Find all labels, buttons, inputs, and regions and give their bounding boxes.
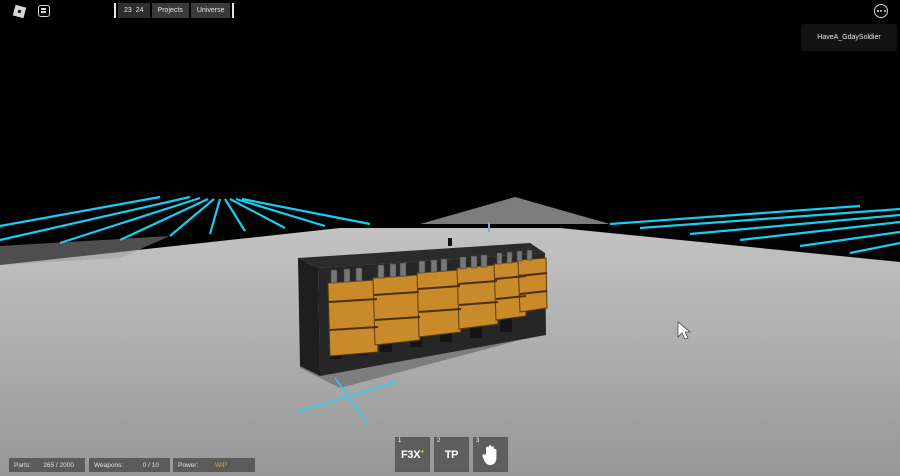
tp-tool-label: TP xyxy=(444,448,459,461)
power-status: Power: WIP xyxy=(173,458,255,472)
top-bar: 23 24 Projects Universe xyxy=(0,0,900,22)
hotbar-slot-tp[interactable]: 2 TP xyxy=(434,437,469,472)
roblox-logo-icon[interactable] xyxy=(10,2,28,20)
tab-universe[interactable]: Universe xyxy=(190,3,231,18)
counter-b: 24 xyxy=(135,7,144,14)
power-label: Power: xyxy=(178,461,199,469)
power-value: WIP xyxy=(214,461,228,469)
build-tab-strip: 23 24 Projects Universe xyxy=(114,3,235,18)
weapons-counter: Weapons: 0 / 10 xyxy=(89,458,170,472)
slot-number: 1 xyxy=(398,438,402,444)
tool-hotbar: 1 F3X+ 2 TP 3 xyxy=(395,437,508,472)
player-list[interactable]: HaveA_GdaySoldier xyxy=(801,24,897,51)
weapons-value: 0 / 10 xyxy=(142,461,159,469)
hotbar-slot-f3x[interactable]: 1 F3X+ xyxy=(395,437,430,472)
parts-label: Parts: xyxy=(14,461,31,469)
chat-icon[interactable] xyxy=(35,2,53,20)
strip-divider xyxy=(232,3,235,18)
more-options-icon[interactable] xyxy=(872,2,890,20)
hand-icon xyxy=(481,444,496,465)
strip-divider xyxy=(114,3,116,18)
parts-counter: Parts: 265 / 2000 xyxy=(9,458,85,472)
slot-number: 3 xyxy=(476,438,480,444)
counter-badge[interactable]: 23 24 xyxy=(118,3,150,18)
hotbar-slot-hand[interactable]: 3 xyxy=(473,437,508,472)
player-name: HaveA_GdaySoldier xyxy=(817,34,881,41)
f3x-tool-label: F3X+ xyxy=(400,448,425,461)
counter-a: 23 xyxy=(124,7,132,14)
game-viewport[interactable] xyxy=(0,0,900,476)
weapons-label: Weapons: xyxy=(94,461,124,469)
tab-projects[interactable]: Projects xyxy=(151,3,189,18)
slot-number: 2 xyxy=(437,438,441,444)
parts-value: 265 / 2000 xyxy=(43,461,74,469)
